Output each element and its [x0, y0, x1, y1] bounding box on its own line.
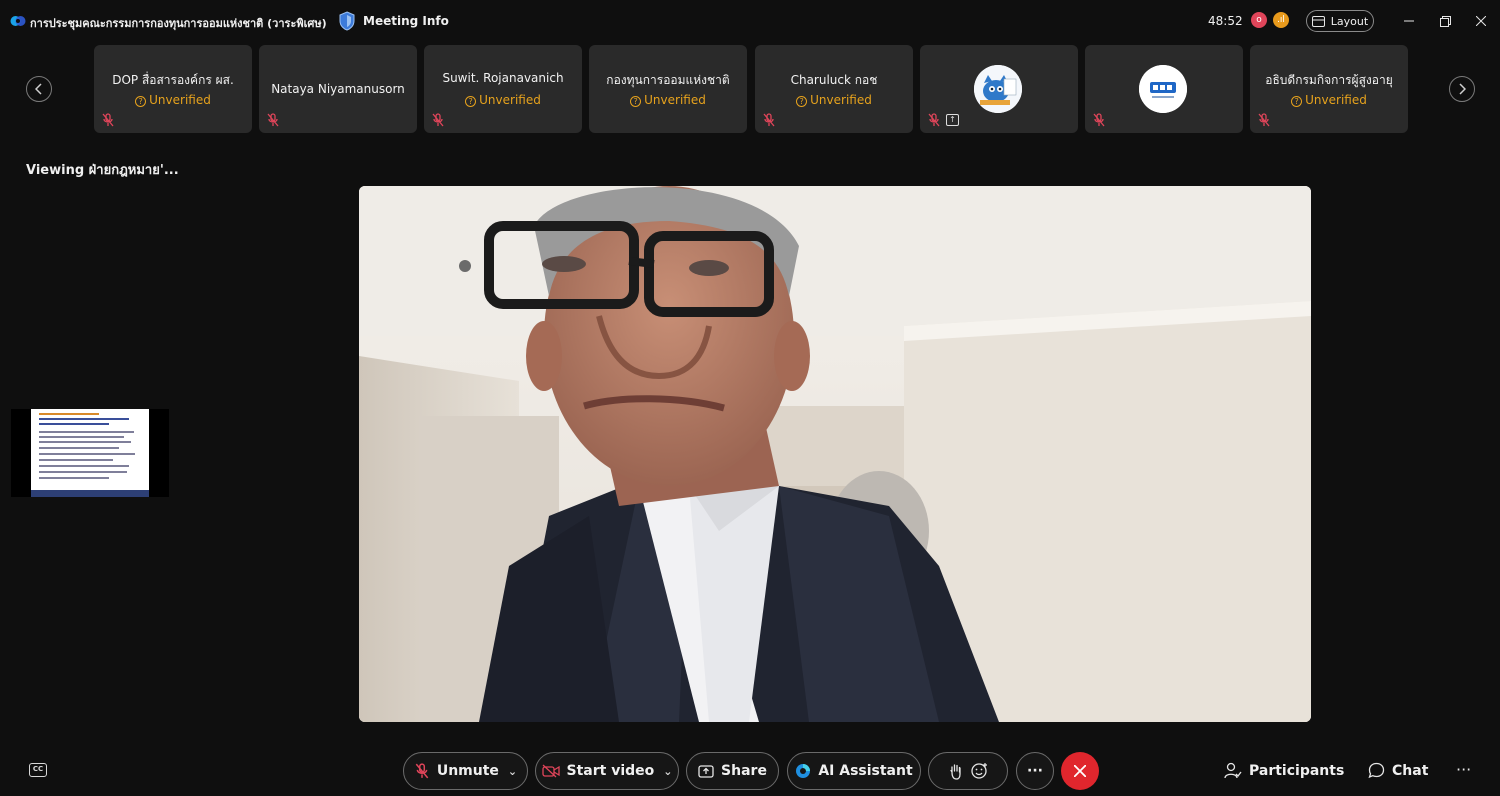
mic-muted-icon: [102, 113, 114, 127]
shield-icon[interactable]: [338, 11, 356, 31]
participant-name: Charuluck กอช: [790, 73, 878, 87]
chevron-down-icon[interactable]: ⌄: [663, 765, 672, 778]
chevron-right-icon: [1459, 83, 1466, 95]
more-dots-icon: ···: [1456, 760, 1472, 779]
question-icon: ?: [1291, 96, 1303, 107]
verification-status: ? Unverified: [755, 93, 913, 107]
chat-icon: [1368, 762, 1385, 779]
participant-tile[interactable]: อธิบดีกรมกิจการผู้สูงอายุ ? Unverified: [1250, 45, 1408, 133]
close-button[interactable]: [1472, 12, 1490, 30]
leave-meeting-button[interactable]: [1061, 752, 1099, 790]
shared-content-thumbnail[interactable]: [11, 409, 169, 497]
video-frame: [359, 186, 1311, 722]
reactions-button[interactable]: [928, 752, 1008, 790]
participant-avatar: [974, 65, 1022, 113]
mic-muted-icon: [1258, 113, 1270, 127]
participants-button[interactable]: Participants: [1224, 762, 1344, 779]
meeting-info-link[interactable]: Meeting Info: [363, 14, 449, 28]
ai-assistant-button[interactable]: AI Assistant: [787, 752, 921, 790]
participant-tile[interactable]: [1085, 45, 1243, 133]
webex-logo-icon: [10, 16, 26, 26]
video-off-icon: [541, 764, 560, 778]
more-panels-button[interactable]: ···: [1456, 760, 1471, 779]
meeting-timer: 48:52: [1208, 14, 1243, 28]
verification-status: ? Unverified: [94, 93, 252, 107]
participant-name: Nataya Niyamanusorn: [271, 82, 405, 96]
viewing-label: Viewing ฝ่ายกฎหมาย'...: [26, 163, 179, 178]
share-button[interactable]: Share: [686, 752, 779, 790]
screen-share-icon: ↑: [946, 114, 959, 126]
participant-tile[interactable]: Charuluck กอช ? Unverified: [755, 45, 913, 133]
minimize-icon: [1404, 20, 1414, 22]
layout-label: Layout: [1330, 14, 1369, 28]
participant-tile[interactable]: Nataya Niyamanusorn: [259, 45, 417, 133]
participant-name: อธิบดีกรมกิจการผู้สูงอายุ: [1265, 73, 1393, 87]
question-icon: ?: [630, 96, 642, 107]
mic-muted-icon: [267, 113, 279, 127]
verification-status: ? Unverified: [424, 93, 582, 107]
ai-assistant-label: AI Assistant: [818, 763, 913, 779]
ai-assistant-icon: [796, 764, 811, 778]
question-icon: ?: [465, 96, 477, 107]
meeting-title: การประชุมคณะกรรมการกองทุนการออมแห่งชาติ …: [30, 17, 327, 30]
network-health-icon[interactable]: .ıl: [1273, 12, 1289, 28]
participant-name: DOP สื่อสารองค์กร ผส.: [112, 73, 234, 87]
restore-button[interactable]: [1436, 12, 1454, 30]
participant-name: Suwit. Rojanavanich: [442, 71, 564, 85]
mic-muted-icon: [415, 763, 429, 779]
verification-status: ? Unverified: [589, 93, 747, 107]
title-bar: การประชุมคณะกรรมการกองทุนการออมแห่งชาติ …: [0, 0, 1500, 42]
close-icon: [1074, 765, 1086, 777]
share-label: Share: [721, 763, 767, 779]
close-icon: [1476, 16, 1486, 26]
mascot-avatar-icon: [974, 65, 1022, 113]
start-video-button[interactable]: Start video ⌄: [535, 752, 679, 790]
raise-hand-icon[interactable]: [948, 763, 964, 780]
restore-icon: [1439, 15, 1451, 27]
question-icon: ?: [135, 96, 147, 107]
participants-icon: [1224, 762, 1242, 779]
participant-avatar: [1139, 65, 1187, 113]
verification-status: ? Unverified: [1250, 93, 1408, 107]
unmute-label: Unmute: [436, 763, 499, 779]
participant-tile[interactable]: DOP สื่อสารองค์กร ผส. ? Unverified: [94, 45, 252, 133]
more-dots-icon: ···: [1027, 763, 1043, 779]
question-icon: ?: [796, 96, 808, 107]
active-speaker-video: [359, 186, 1311, 722]
mic-muted-icon: [763, 113, 775, 127]
reaction-emoji-icon[interactable]: [970, 762, 989, 780]
recording-indicator-icon[interactable]: o: [1251, 12, 1267, 28]
previous-participants-button[interactable]: [26, 76, 52, 102]
participants-label: Participants: [1249, 762, 1345, 779]
minimize-button[interactable]: [1400, 12, 1418, 30]
organization-logo-icon: [1139, 65, 1187, 113]
closed-captions-icon[interactable]: CC: [29, 763, 47, 777]
chevron-left-icon: [35, 83, 42, 95]
participant-name: กองทุนการออมแห่งชาติ: [606, 73, 730, 87]
layout-button[interactable]: Layout: [1306, 10, 1374, 32]
mic-muted-icon: [928, 113, 940, 127]
chat-button[interactable]: Chat: [1368, 762, 1428, 779]
start-video-label: Start video: [566, 763, 655, 779]
layout-icon: [1311, 15, 1325, 27]
participant-tile[interactable]: กองทุนการออมแห่งชาติ ? Unverified: [589, 45, 747, 133]
more-options-button[interactable]: ···: [1016, 752, 1054, 790]
unmute-button[interactable]: Unmute ⌄: [403, 752, 528, 790]
mic-muted-icon: [432, 113, 444, 127]
participant-tile[interactable]: ↑: [920, 45, 1078, 133]
participant-tile[interactable]: Suwit. Rojanavanich ? Unverified: [424, 45, 582, 133]
share-screen-icon: [698, 764, 714, 778]
chat-label: Chat: [1392, 762, 1429, 779]
mic-muted-icon: [1093, 113, 1105, 127]
chevron-down-icon[interactable]: ⌄: [508, 765, 517, 778]
next-participants-button[interactable]: [1449, 76, 1475, 102]
shared-document-preview: [31, 409, 149, 497]
